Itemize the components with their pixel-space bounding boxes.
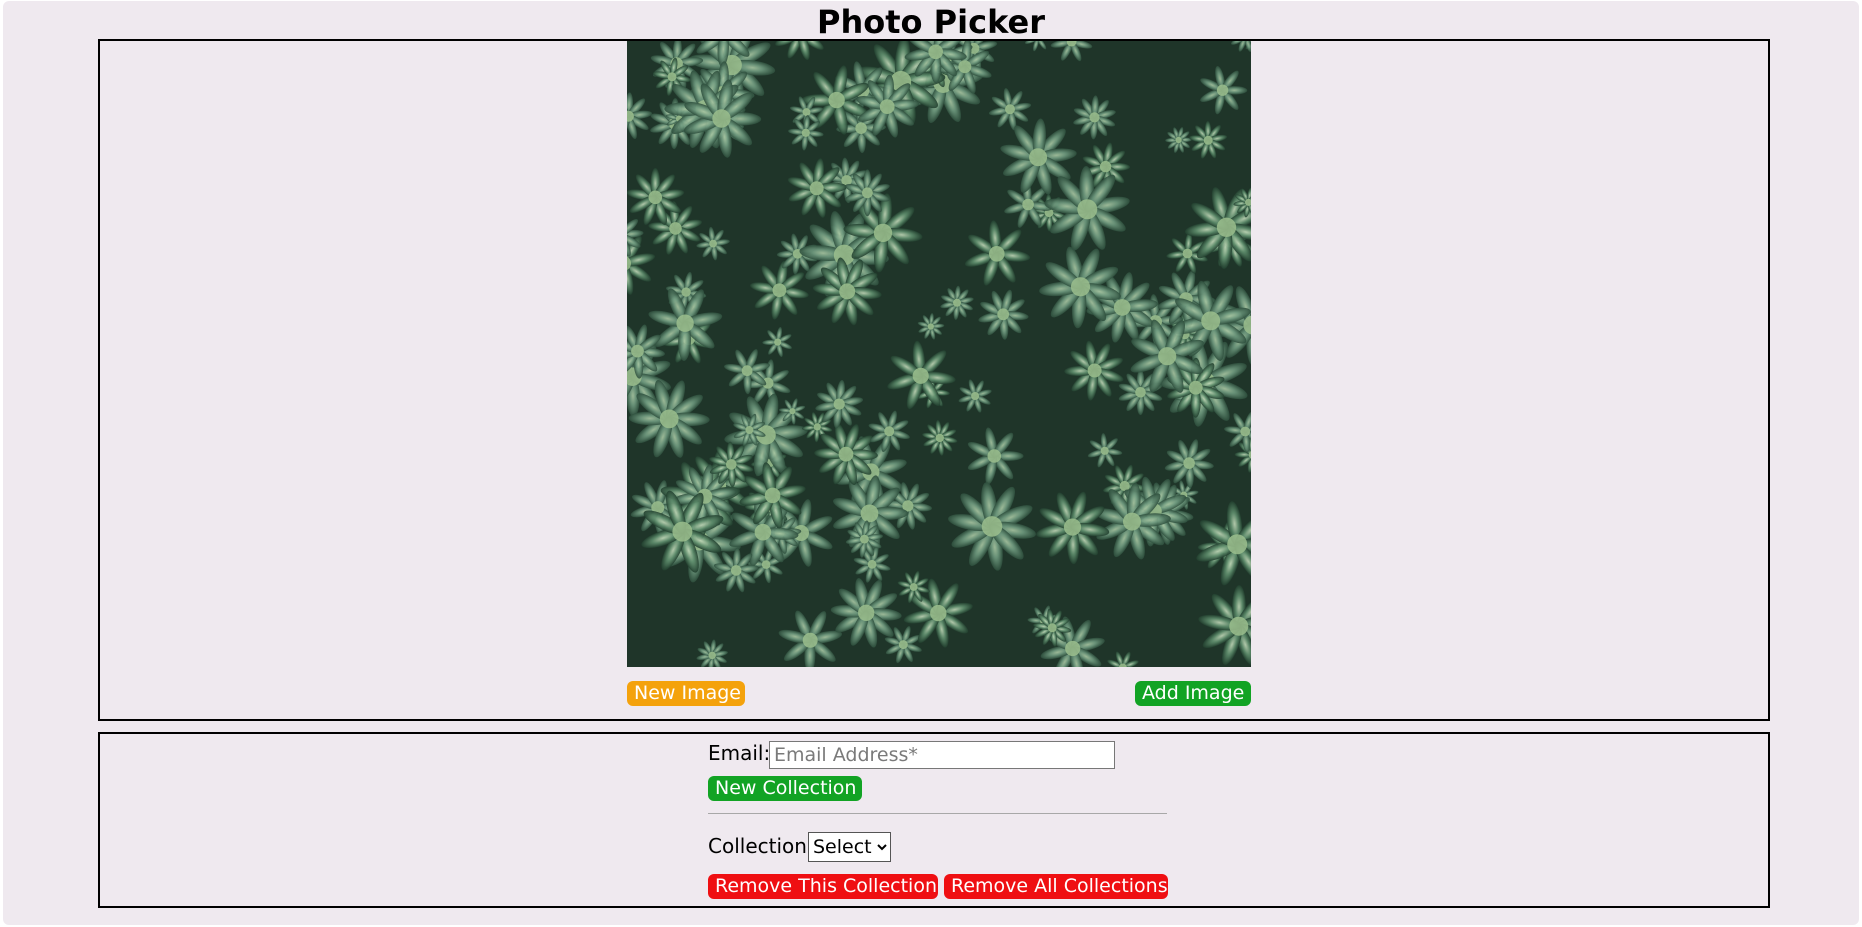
collection-select[interactable]: Select bbox=[808, 832, 891, 862]
page: Photo Picker New Image Add Image Email: … bbox=[3, 1, 1859, 925]
photo bbox=[627, 41, 1251, 667]
collection-label: Collection: bbox=[708, 834, 814, 858]
email-label: Email: bbox=[708, 741, 771, 765]
collection-panel: Email: New Collection Collection: Select… bbox=[98, 732, 1770, 908]
image-panel: New Image Add Image bbox=[98, 39, 1770, 721]
add-image-button[interactable]: Add Image bbox=[1135, 681, 1251, 706]
email-input[interactable] bbox=[769, 741, 1115, 769]
remove-all-collections-button[interactable]: Remove All Collections bbox=[944, 874, 1168, 899]
remove-this-collection-button[interactable]: Remove This Collection bbox=[708, 874, 938, 899]
new-image-button[interactable]: New Image bbox=[627, 681, 745, 706]
page-title: Photo Picker bbox=[817, 3, 1045, 41]
divider bbox=[708, 813, 1167, 814]
new-collection-button[interactable]: New Collection bbox=[708, 776, 862, 801]
